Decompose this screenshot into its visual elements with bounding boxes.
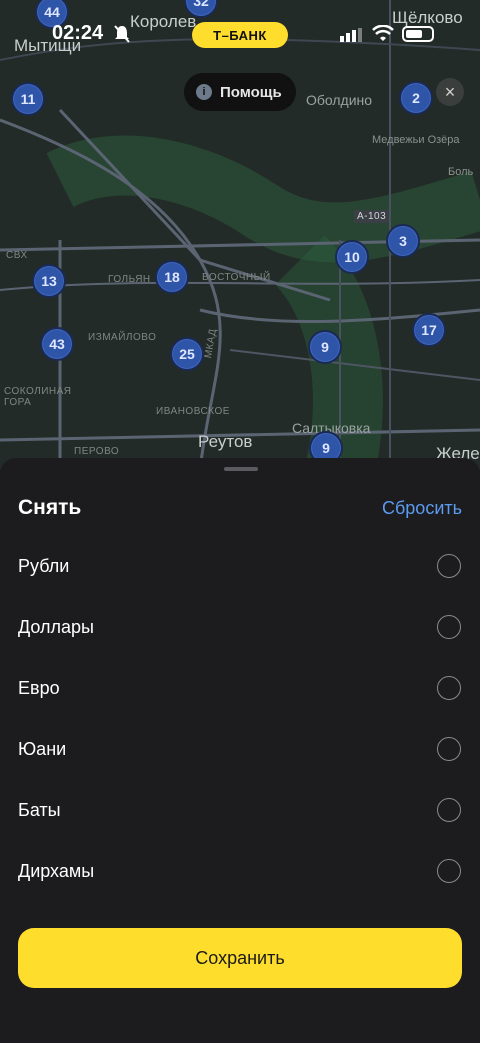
map-label: ПЕРОВО (74, 446, 120, 457)
atm-cluster-marker[interactable]: 18 (155, 260, 189, 294)
save-button[interactable]: Сохранить (18, 928, 462, 988)
atm-cluster-marker[interactable]: 9 (308, 330, 342, 364)
atm-cluster-marker[interactable]: 25 (170, 337, 204, 371)
option-label: Баты (18, 800, 61, 820)
status-bar: 02:24 Т–БАНК (0, 0, 480, 60)
currency-option-usd[interactable]: Доллары (0, 603, 480, 651)
radio-button[interactable] (437, 676, 461, 700)
map-label: Оболдино (306, 92, 373, 108)
withdraw-filter-sheet: Снять Сбросить Рубли Доллары Евро Юани Б… (0, 458, 480, 1043)
map-label: СОКОЛИНАЯ ГОРА (4, 386, 72, 408)
option-label: Евро (18, 678, 60, 698)
currency-option-rub[interactable]: Рубли (0, 542, 480, 590)
option-label: Юани (18, 739, 67, 759)
wifi-icon (372, 24, 394, 48)
reset-button[interactable]: Сбросить (382, 498, 462, 519)
help-button[interactable]: i Помощь (184, 73, 296, 111)
cellular-signal-icon (340, 28, 362, 47)
map-label: ВОСТОЧНЫЙ (202, 272, 271, 283)
currency-option-eur[interactable]: Евро (0, 664, 480, 712)
sheet-title: Снять (18, 496, 82, 519)
currency-option-thb[interactable]: Баты (0, 786, 480, 834)
map-label: ИЗМАЙЛОВО (88, 332, 157, 343)
atm-cluster-marker[interactable]: 2 (399, 81, 433, 115)
radio-button[interactable] (437, 554, 461, 578)
currency-option-cny[interactable]: Юани (0, 725, 480, 773)
map-label: А-103 (354, 210, 390, 223)
map-label: СВХ (6, 250, 28, 261)
radio-button[interactable] (437, 859, 461, 883)
info-icon: i (196, 84, 212, 100)
sheet-grabber[interactable] (224, 467, 258, 471)
close-button[interactable]: × (436, 78, 464, 106)
option-label: Рубли (18, 556, 70, 576)
atm-cluster-marker[interactable]: 13 (32, 264, 66, 298)
option-label: Дирхамы (18, 861, 95, 881)
atm-cluster-marker[interactable]: 11 (11, 82, 45, 116)
option-label: Доллары (18, 617, 94, 637)
help-label: Помощь (220, 83, 282, 101)
atm-cluster-marker[interactable]: 3 (386, 224, 420, 258)
radio-button[interactable] (437, 737, 461, 761)
map-view[interactable]: Королев Мытищи Щёлково Оболдино Медвежьи… (0, 0, 480, 470)
battery-icon (402, 26, 434, 42)
bank-badge[interactable]: Т–БАНК (192, 22, 288, 48)
atm-cluster-marker[interactable]: 17 (412, 313, 446, 347)
map-label: Боль (448, 166, 474, 178)
map-label: Реутов (198, 432, 253, 451)
map-label: Медвежьи Озёра (372, 134, 460, 146)
currency-option-aed[interactable]: Дирхамы (0, 847, 480, 895)
bell-muted-icon (114, 25, 130, 48)
radio-button[interactable] (437, 615, 461, 639)
atm-cluster-marker[interactable]: 10 (335, 240, 369, 274)
close-icon: × (444, 81, 456, 102)
radio-button[interactable] (437, 798, 461, 822)
status-time: 02:24 (52, 22, 104, 44)
map-label: ИВАНОВСКОЕ (156, 406, 230, 417)
atm-cluster-marker[interactable]: 43 (40, 327, 74, 361)
map-label: ГОЛЬЯН (108, 274, 151, 285)
